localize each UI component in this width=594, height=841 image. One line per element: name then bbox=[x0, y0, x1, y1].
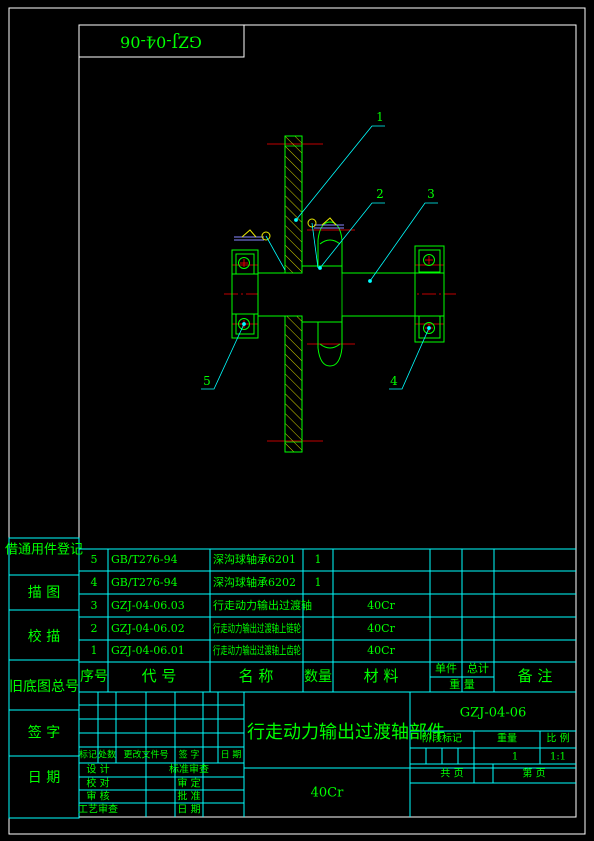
side-label-check: 校 描 bbox=[28, 628, 60, 645]
stage-mark-label: 阶段标记 bbox=[422, 732, 462, 745]
svg-text:行走动力输出过渡轴上齿轮: 行走动力输出过渡轴上齿轮 bbox=[213, 643, 301, 657]
svg-text:行走动力输出过渡轴上链轮: 行走动力输出过渡轴上链轮 bbox=[213, 621, 301, 635]
svg-text:4: 4 bbox=[91, 576, 98, 589]
assembly-view: 1 2 3 4 5 bbox=[201, 110, 456, 453]
leader-lines bbox=[201, 125, 438, 390]
side-label-trace: 描 图 bbox=[28, 585, 60, 601]
side-label-old-number: 旧底图总号 bbox=[9, 679, 79, 695]
svg-text:GB/T276-94: GB/T276-94 bbox=[111, 576, 178, 589]
balloon-2: 2 bbox=[376, 187, 384, 201]
stamp-text: GZJ-04-06 bbox=[120, 33, 202, 52]
svg-text:40Cr: 40Cr bbox=[367, 622, 395, 635]
svg-text:校 对: 校 对 bbox=[86, 777, 109, 790]
svg-text:材 料: 材 料 bbox=[364, 667, 399, 685]
balloon-3: 3 bbox=[427, 187, 435, 201]
svg-text:40Cr: 40Cr bbox=[367, 599, 395, 612]
svg-text:深沟球轴承6202: 深沟球轴承6202 bbox=[213, 575, 296, 589]
svg-text:重 量: 重 量 bbox=[449, 677, 475, 691]
svg-text:3: 3 bbox=[91, 599, 98, 612]
svg-text:数量: 数量 bbox=[304, 669, 332, 685]
scale-label: 比 例 bbox=[546, 732, 569, 745]
svg-text:代 号: 代 号 bbox=[142, 667, 177, 685]
svg-text:序号: 序号 bbox=[80, 669, 108, 685]
svg-text:1: 1 bbox=[315, 553, 322, 566]
svg-text:工艺审查: 工艺审查 bbox=[78, 803, 118, 816]
svg-text:签 字: 签 字 bbox=[179, 749, 200, 761]
drawing-number: GZJ-04-06 bbox=[460, 706, 527, 721]
balloon-5: 5 bbox=[203, 374, 211, 388]
svg-text:行走动力输出过渡轴: 行走动力输出过渡轴 bbox=[213, 598, 312, 612]
svg-text:2: 2 bbox=[91, 622, 98, 635]
svg-text:审 定: 审 定 bbox=[177, 777, 200, 790]
svg-text:1: 1 bbox=[315, 576, 322, 589]
side-label-date: 日 期 bbox=[28, 770, 60, 786]
svg-text:1: 1 bbox=[91, 644, 98, 657]
sheet-number: 第 页 bbox=[522, 767, 545, 780]
sheet-total: 共 页 bbox=[440, 768, 463, 780]
inner-frame bbox=[78, 24, 577, 818]
bom-row: 2 GZJ-04-06.02 行走动力输出过渡轴上链轮 40Cr bbox=[91, 621, 396, 635]
part-name: 行走动力输出过渡轴部件 bbox=[247, 722, 445, 743]
svg-text:标记: 标记 bbox=[79, 749, 97, 761]
drawing-code-stamp: GZJ-04-06 bbox=[78, 24, 245, 58]
quantity-value: 1 bbox=[512, 752, 518, 763]
svg-text:更改文件号: 更改文件号 bbox=[123, 749, 168, 761]
material: 40Cr bbox=[311, 786, 344, 801]
svg-text:GZJ-04-06.03: GZJ-04-06.03 bbox=[111, 599, 185, 612]
svg-text:单件: 单件 bbox=[435, 662, 457, 675]
side-registration-column: 借通用件登记 描 图 校 描 旧底图总号 签 字 日 期 bbox=[5, 537, 83, 819]
svg-text:GZJ-04-06.02: GZJ-04-06.02 bbox=[111, 622, 185, 635]
side-label-borrow: 借通用件登记 bbox=[5, 543, 83, 558]
weight-label: 重量 bbox=[497, 732, 517, 745]
transition-shaft bbox=[257, 265, 416, 323]
svg-text:处数: 处数 bbox=[98, 749, 116, 761]
bom-table: 5 GB/T276-94 深沟球轴承6201 1 4 GB/T276-94 深沟… bbox=[79, 548, 576, 693]
svg-text:GB/T276-94: GB/T276-94 bbox=[111, 553, 178, 566]
bom-row: 1 GZJ-04-06.01 行走动力输出过渡轴上齿轮 40Cr bbox=[91, 643, 396, 657]
bom-row: 5 GB/T276-94 深沟球轴承6201 1 bbox=[91, 552, 322, 566]
svg-text:日 期: 日 期 bbox=[177, 804, 200, 816]
bom-row: 4 GB/T276-94 深沟球轴承6202 1 bbox=[91, 575, 322, 589]
svg-text:5: 5 bbox=[91, 553, 98, 566]
bom-row: 3 GZJ-04-06.03 行走动力输出过渡轴 40Cr bbox=[91, 598, 396, 612]
svg-text:40Cr: 40Cr bbox=[367, 644, 395, 657]
svg-text:GZJ-04-06.01: GZJ-04-06.01 bbox=[111, 644, 185, 657]
svg-text:标准审查: 标准审查 bbox=[169, 763, 209, 776]
balloon-4: 4 bbox=[390, 374, 398, 388]
title-block: 行走动力输出过渡轴部件 GZJ-04-06 40Cr 阶段标记 重量 比 例 1… bbox=[78, 692, 576, 817]
svg-text:名 称: 名 称 bbox=[239, 667, 274, 685]
side-label-sign: 签 字 bbox=[28, 724, 60, 741]
svg-text:深沟球轴承6201: 深沟球轴承6201 bbox=[213, 552, 296, 566]
svg-text:审 核: 审 核 bbox=[86, 790, 109, 803]
svg-text:总计: 总计 bbox=[467, 661, 489, 675]
svg-text:日 期: 日 期 bbox=[221, 750, 242, 761]
svg-text:备 注: 备 注 bbox=[518, 667, 553, 685]
drawing-canvas: GZJ-04-06 1 2 3 4 5 借通用件登记 描 图 校 描 旧底图总号… bbox=[5, 7, 586, 835]
svg-text:批 准: 批 准 bbox=[177, 790, 200, 803]
balloon-1: 1 bbox=[376, 110, 384, 124]
weld-symbol-left bbox=[234, 229, 271, 241]
svg-text:设 计: 设 计 bbox=[86, 763, 109, 776]
scale-value: 1:1 bbox=[550, 752, 566, 763]
bom-header: 序号 代 号 名 称 数量 材 料 单件 总计 重 量 备 注 bbox=[80, 661, 552, 691]
